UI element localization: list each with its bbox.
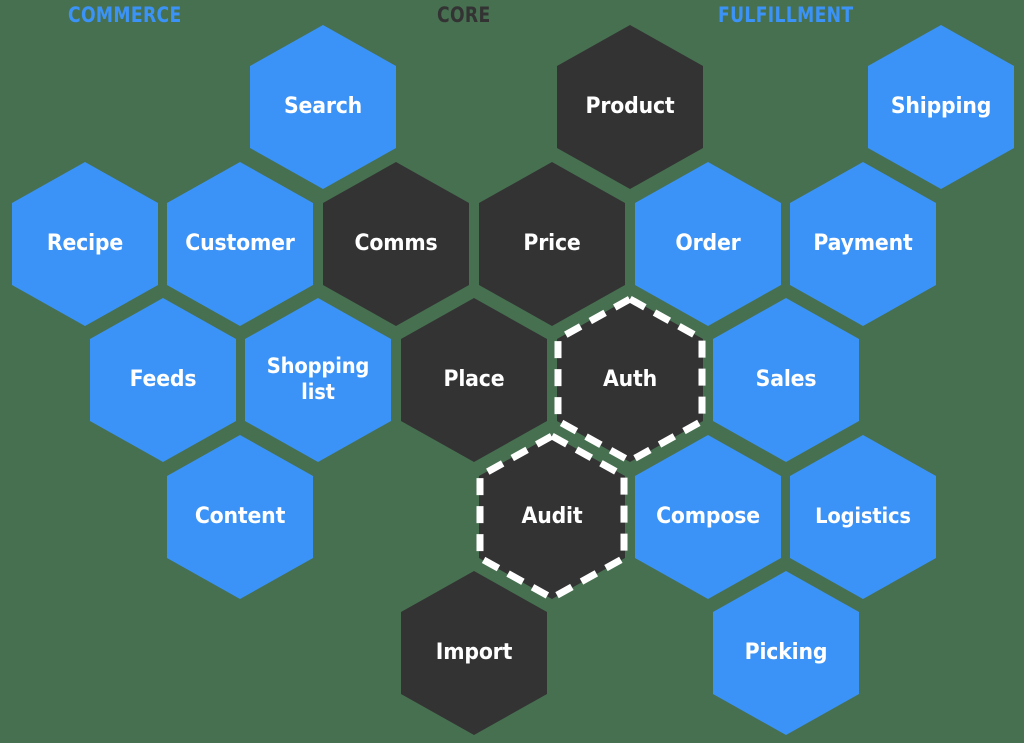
hex-label-customer: Customer [185,230,295,256]
hex-label-shipping: Shipping [890,93,992,119]
section-heading-fulfillment: FULFILLMENT [718,3,854,27]
hex-tile-picking[interactable]: Picking [713,571,859,735]
hex-label-order: Order [675,230,741,256]
hex-label-place: Place [443,366,505,392]
hex-map-canvas: COMMERCE CORE FULFILLMENT Search Product S… [0,0,1024,743]
hex-label-payment: Payment [813,230,913,256]
hex-label-feeds: Feeds [129,366,197,392]
hex-label-search: Search [283,93,363,119]
hex-label-shopping-list: Shopping list [266,354,370,404]
hex-label-import: Import [435,639,513,665]
hex-label-comms: Comms [354,230,438,256]
hex-label-content: Content [194,503,286,529]
hex-label-product: Product [585,93,675,119]
hex-label-compose: Compose [656,503,760,529]
section-heading-core: CORE [437,3,491,27]
hex-label-price: Price [523,230,581,256]
hex-label-picking: Picking [744,639,828,665]
hex-label-sales: Sales [755,366,817,392]
hex-label-logistics: Logistics [815,504,911,529]
hex-tile-content[interactable]: Content [167,435,313,599]
hex-label-audit: Audit [521,503,583,529]
hex-label-recipe: Recipe [46,230,124,256]
section-heading-commerce: COMMERCE [68,3,182,27]
hex-label-auth: Auth [602,366,657,392]
hex-tile-import[interactable]: Import [401,571,547,735]
